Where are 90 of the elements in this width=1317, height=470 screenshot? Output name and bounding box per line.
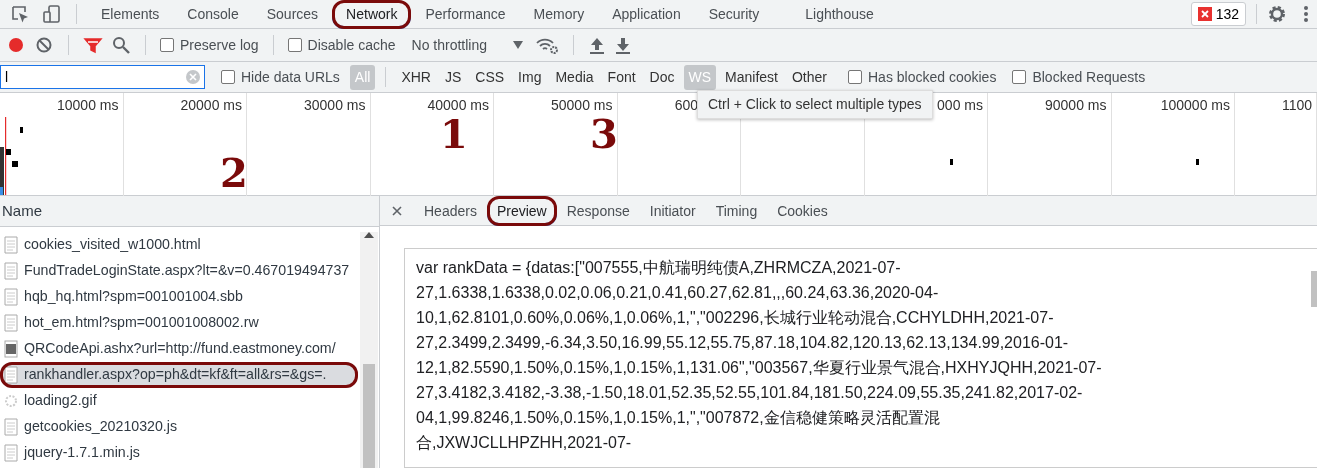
- more-options-icon[interactable]: [1303, 5, 1309, 23]
- resource-type-filter[interactable]: XHR: [396, 64, 436, 90]
- detail-tab[interactable]: Timing: [705, 195, 768, 226]
- disable-cache-checkbox[interactable]: Disable cache: [287, 34, 396, 56]
- preview-code-line: 04,1,99.8246,1.50%,0.15%,1,0.15%,1,","007872,金信稳健策略灵活配置混: [416, 408, 941, 428]
- document-icon: [4, 366, 18, 384]
- resource-type-filter[interactable]: Other: [787, 64, 832, 90]
- blocked-requests-checkbox[interactable]: Blocked Requests: [1012, 66, 1146, 88]
- scrollbar-thumb[interactable]: [363, 364, 375, 468]
- request-row[interactable]: QRCodeApi.ashx?url=http://fund.eastmoney.com/: [0, 336, 358, 362]
- document-icon: [4, 236, 18, 254]
- download-icon[interactable]: [614, 35, 632, 55]
- blocked-cookies-checkbox[interactable]: Has blocked cookies: [848, 66, 997, 88]
- document-icon: [4, 418, 18, 436]
- panel-tab[interactable]: Security: [694, 0, 774, 29]
- inspect-icon[interactable]: [10, 4, 30, 24]
- filter-icon[interactable]: [83, 35, 103, 55]
- document-icon: [4, 444, 18, 462]
- panel-tab[interactable]: Application: [598, 0, 695, 29]
- detail-tab[interactable]: Response: [556, 195, 640, 226]
- request-bar-mark: [950, 159, 953, 165]
- resource-type-filter[interactable]: Media: [550, 64, 599, 90]
- preview-code-line: 10,1,62.8101,0.60%,0.06%,1,0.06%,1,","002296,长城行业轮动混合,CCHYLDHH,2021-07-: [416, 308, 1055, 328]
- preview-code-line: 27,1.6338,1.6338,0.02,0.06,0.21,0.41,60.27,62.81,,,60.24,63.36,2020-04-: [416, 283, 940, 303]
- panel-tab[interactable]: Performance: [411, 0, 520, 29]
- detail-tab[interactable]: Headers: [414, 195, 487, 226]
- preview-code-line: 12,1,82.5590,1.50%,0.15%,1,0.15%,1,131.06","003567,华夏行业景气混合,HXHYJQHH,2021-07-: [416, 358, 1103, 378]
- request-row[interactable]: FundTradeLoginState.aspx?lt=&v=0.467019494737: [0, 258, 358, 284]
- preview-code-line: 27,3.4182,3.4182,-3.38,-1.50,18.01,52.35,52.55,101.84,181.50,224.09,55.35,241.82,2017-02-: [416, 383, 1084, 403]
- preserve-log-checkbox[interactable]: Preserve log: [160, 34, 259, 56]
- column-header: Name: [2, 202, 42, 219]
- panel-tab[interactable]: Lighthouse: [791, 0, 888, 29]
- time-tick-label: 600: [674, 96, 698, 115]
- panel-tab[interactable]: Network: [332, 0, 412, 29]
- resource-type-filter[interactable]: JS: [439, 64, 467, 90]
- annotation-number: 3: [590, 114, 618, 154]
- request-row[interactable]: jquery-1.7.1.min.js: [0, 440, 358, 466]
- spinner-icon: [4, 392, 18, 410]
- time-tick-label: 000 ms: [937, 96, 983, 115]
- document-icon: [4, 262, 18, 280]
- request-bar-mark: [1196, 159, 1199, 165]
- device-icon[interactable]: [42, 4, 62, 24]
- request-row[interactable]: cookies_visited_w1000.html: [0, 232, 358, 258]
- resource-type-filter[interactable]: CSS: [470, 64, 510, 90]
- time-tick-label: 90000 ms: [1045, 96, 1107, 115]
- time-tick-label: 50000 ms: [551, 96, 613, 115]
- request-row[interactable]: hqb_hq.html?spm=001001004.sbb: [0, 284, 358, 310]
- annotation-number: 1: [440, 114, 468, 154]
- request-row[interactable]: rankhandler.aspx?op=ph&dt=kf&ft=all&rs=&gs=.: [0, 362, 358, 388]
- request-row[interactable]: hot_em.html?spm=001001008002.rw: [0, 310, 358, 336]
- detail-tab[interactable]: Preview: [486, 195, 557, 226]
- resource-type-filter[interactable]: Img: [513, 64, 547, 90]
- close-icon[interactable]: [392, 205, 402, 216]
- hide-data-urls-checkbox[interactable]: Hide data URLs: [221, 66, 340, 88]
- preview-code-line: 27,2.3499,2.3499,-6.34,3.50,16.99,55.12,55.75,87.18,104.82,120.13,62.13,134.99,2016-01-: [416, 333, 1070, 353]
- panel-tab[interactable]: Memory: [519, 0, 599, 29]
- request-row[interactable]: loading2.gif: [0, 388, 358, 414]
- panel-tab[interactable]: Elements: [87, 0, 174, 29]
- time-tick-label: 30000 ms: [304, 96, 366, 115]
- time-tick-label: 1100: [1281, 96, 1312, 115]
- image-file-icon: [4, 340, 18, 358]
- detail-tab[interactable]: Initiator: [639, 195, 706, 226]
- time-tick-label: 40000 ms: [427, 96, 489, 115]
- record-button[interactable]: [6, 35, 26, 55]
- error-count-badge[interactable]: 132: [1190, 2, 1246, 26]
- resource-type-filter[interactable]: Doc: [644, 64, 680, 90]
- scroll-up-arrow-icon[interactable]: [364, 232, 374, 238]
- document-icon: [4, 314, 18, 332]
- detail-tab[interactable]: Cookies: [767, 195, 838, 226]
- error-icon: [1197, 7, 1212, 21]
- scrollbar-thumb[interactable]: [1311, 271, 1317, 307]
- time-tick-label: 10000 ms: [57, 96, 119, 115]
- filter-field[interactable]: l: [0, 65, 205, 89]
- caret-icon: [513, 41, 523, 49]
- throttling-dropdown[interactable]: No throttling: [407, 34, 527, 56]
- request-row[interactable]: getcookies_20210320.js: [0, 414, 358, 440]
- panel-tab[interactable]: Sources: [252, 0, 333, 29]
- panel-tab[interactable]: Console: [173, 0, 253, 29]
- preview-code-line: var rankData = {datas:["007555,中航瑞明纯债A,ZHRMCZA,2021-07-: [416, 258, 902, 278]
- time-tick-label: 100000 ms: [1160, 96, 1230, 115]
- time-tick-label: 20000 ms: [180, 96, 242, 115]
- settings-icon[interactable]: [1267, 4, 1287, 24]
- resource-type-filter[interactable]: Font: [602, 64, 641, 90]
- tooltip: Ctrl + Click to select multiple types: [697, 90, 933, 119]
- search-icon[interactable]: [111, 35, 131, 55]
- resource-type-filter[interactable]: Manifest: [720, 64, 783, 90]
- clear-icon[interactable]: [34, 35, 54, 55]
- document-icon: [4, 288, 18, 306]
- preview-code-line: 合,JXWJCLLHPZHH,2021-07-: [416, 433, 633, 453]
- annotation-number: 2: [220, 153, 248, 193]
